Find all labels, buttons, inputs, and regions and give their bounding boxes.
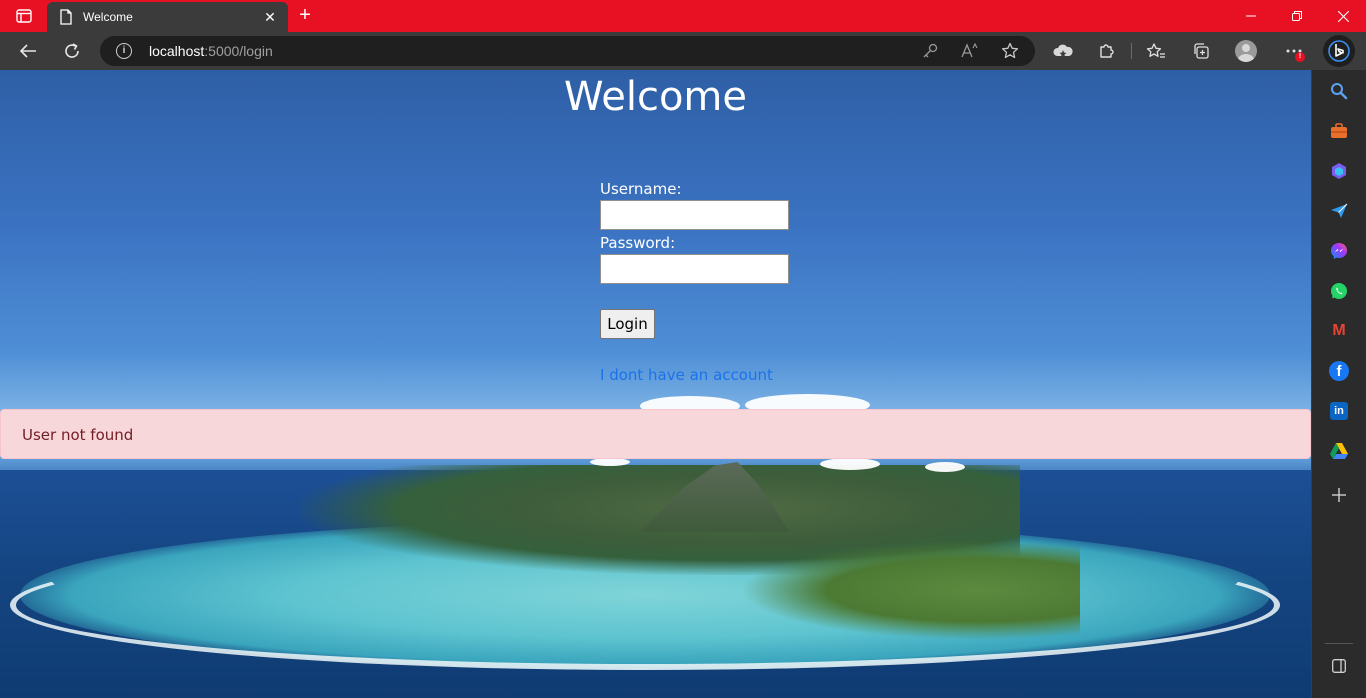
- bing-icon: [1328, 40, 1350, 62]
- essentials-icon: [1053, 44, 1073, 57]
- linkedin-icon: in: [1330, 402, 1348, 420]
- sidebar-panel-toggle-button[interactable]: [1328, 655, 1350, 677]
- sidebar-gmail-button[interactable]: M: [1328, 320, 1350, 342]
- close-window-button[interactable]: [1320, 0, 1366, 32]
- copilot-button[interactable]: [1323, 35, 1355, 67]
- whatsapp-icon: [1331, 283, 1347, 299]
- sidebar-drive-button[interactable]: [1328, 440, 1350, 462]
- key-icon: [923, 43, 938, 58]
- collections-button[interactable]: [1186, 36, 1216, 66]
- login-button[interactable]: Login: [600, 309, 655, 339]
- profile-button[interactable]: [1231, 36, 1261, 66]
- back-button[interactable]: [13, 36, 43, 66]
- extensions-button[interactable]: [1092, 36, 1122, 66]
- read-aloud-icon: [961, 43, 978, 58]
- back-arrow-icon: [19, 44, 36, 58]
- username-label: Username:: [600, 180, 682, 198]
- collections-icon: [1194, 43, 1209, 59]
- tab-actions-icon: [16, 9, 32, 23]
- password-input[interactable]: [600, 254, 789, 284]
- site-info-icon[interactable]: i: [116, 43, 132, 59]
- background-cloud: [820, 458, 880, 470]
- url-host: localhost: [149, 43, 205, 59]
- settings-more-button[interactable]: !: [1279, 36, 1309, 66]
- page-icon: [60, 9, 72, 25]
- gmail-icon: M: [1332, 322, 1346, 339]
- url-text[interactable]: localhost:5000/login: [149, 43, 273, 59]
- background-island-shore: [740, 540, 1080, 640]
- minimize-button[interactable]: [1228, 0, 1274, 32]
- favorites-button[interactable]: [1141, 36, 1171, 66]
- signup-link[interactable]: I dont have an account: [600, 366, 773, 384]
- tools-icon: [1331, 123, 1347, 138]
- sidebar-whatsapp-button[interactable]: [1328, 280, 1350, 302]
- tab-title: Welcome: [83, 10, 133, 24]
- favorite-button[interactable]: [1000, 41, 1020, 61]
- address-bar[interactable]: i localhost:5000/login: [100, 36, 1035, 66]
- messenger-icon: [1331, 243, 1347, 259]
- notification-badge: !: [1295, 52, 1305, 62]
- refresh-icon: [65, 43, 79, 58]
- star-icon: [1001, 42, 1019, 59]
- sidebar-messenger-button[interactable]: [1328, 240, 1350, 262]
- sidebar-facebook-button[interactable]: f: [1328, 360, 1350, 382]
- sidebar-send-button[interactable]: [1328, 200, 1350, 222]
- browser-essentials-button[interactable]: [1048, 36, 1078, 66]
- url-path: :5000/login: [204, 43, 273, 59]
- search-icon: [1331, 83, 1348, 100]
- close-icon: [1337, 10, 1349, 22]
- toolbar-separator: [1131, 43, 1132, 59]
- copilot-icon: [1332, 163, 1346, 179]
- background-cloud: [925, 462, 965, 472]
- send-icon: [1331, 203, 1348, 218]
- browser-toolbar: i localhost:5000/login !: [0, 32, 1366, 70]
- read-aloud-button[interactable]: [960, 41, 980, 61]
- refresh-button[interactable]: [57, 36, 87, 66]
- avatar: [1235, 40, 1257, 62]
- tab-close-button[interactable]: ✕: [262, 9, 278, 26]
- facebook-icon: f: [1329, 361, 1349, 381]
- sidebar-divider: [1325, 643, 1353, 644]
- tab-welcome[interactable]: Welcome ✕: [47, 2, 288, 32]
- new-tab-button[interactable]: +: [295, 5, 315, 26]
- sidebar-panel-icon: [1332, 659, 1346, 673]
- sidebar-search-button[interactable]: [1328, 80, 1350, 102]
- page-viewport: Welcome Username: Password: Login I dont…: [0, 70, 1311, 698]
- restore-button[interactable]: [1274, 0, 1320, 32]
- username-input[interactable]: [600, 200, 789, 230]
- sidebar-copilot-button[interactable]: [1328, 160, 1350, 182]
- error-alert: User not found: [0, 409, 1311, 459]
- tab-bar: Welcome ✕ +: [0, 0, 1366, 32]
- drive-icon: [1330, 443, 1348, 459]
- minimize-icon: [1246, 15, 1256, 17]
- add-icon: [1332, 488, 1346, 502]
- password-key-button[interactable]: [920, 41, 940, 61]
- restore-icon: [1292, 11, 1302, 21]
- sidebar-add-button[interactable]: [1328, 484, 1350, 506]
- favorites-icon: [1146, 43, 1165, 58]
- page-title: Welcome: [564, 74, 747, 120]
- alert-message: User not found: [22, 426, 134, 444]
- login-form: Username: Password: Login I dont have an…: [600, 180, 860, 384]
- sidebar-tools-button[interactable]: [1328, 120, 1350, 142]
- browser-sidebar: M f in: [1311, 70, 1366, 698]
- sidebar-linkedin-button[interactable]: in: [1328, 400, 1350, 422]
- password-label: Password:: [600, 234, 676, 252]
- tab-actions-button[interactable]: [8, 6, 40, 26]
- background-cloud: [590, 458, 630, 466]
- extensions-puzzle-icon: [1100, 44, 1114, 58]
